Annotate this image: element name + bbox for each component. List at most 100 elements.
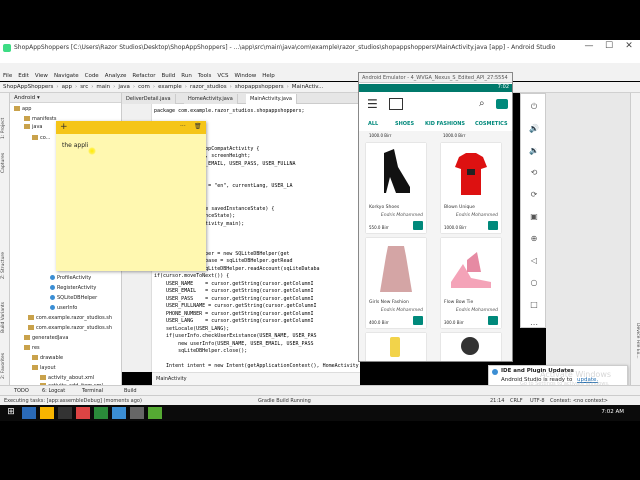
dropdown-box-icon[interactable] (389, 98, 403, 110)
tab-all[interactable]: ALL (368, 121, 378, 127)
tree-node[interactable]: drawable (32, 355, 63, 363)
camera-icon[interactable]: ▣ (529, 212, 539, 222)
overview-icon[interactable]: □ (529, 300, 539, 310)
tab-cosmetics[interactable]: COSMETICS (475, 121, 508, 127)
new-note-button[interactable]: + (60, 122, 68, 132)
cart-icon[interactable] (496, 99, 508, 109)
tree-node[interactable]: ProfileActivity (50, 275, 91, 283)
start-icon[interactable]: ⊞ (4, 407, 18, 419)
word-icon[interactable] (112, 407, 126, 419)
breadcrumb-item[interactable]: ShopAppShoppers (0, 82, 56, 92)
explorer-icon[interactable] (22, 407, 36, 419)
tree-node[interactable]: RegisterActivity (50, 285, 96, 293)
menu-refactor[interactable]: Refactor (129, 72, 158, 80)
gradle-status[interactable]: Gradle Build Running (258, 398, 311, 404)
delete-note-button[interactable]: 🗑 (194, 123, 202, 130)
editor-breadcrumb[interactable]: MainActivity (156, 376, 187, 382)
menu-analyze[interactable]: Analyze (102, 72, 130, 80)
favorites-tool-tab[interactable]: 2: Favorites (1, 343, 9, 379)
file-encoding[interactable]: UTF-8 (530, 398, 545, 404)
menu-code[interactable]: Code (82, 72, 102, 80)
minimize-button[interactable]: — (580, 41, 598, 53)
folder-icon[interactable] (40, 407, 54, 419)
todo-tab[interactable]: TODO (14, 388, 29, 394)
tab-home-activity[interactable]: HomeActivity.java (184, 94, 238, 104)
tree-node[interactable]: manifests (24, 116, 57, 124)
breadcrumb-item[interactable]: example (155, 82, 185, 92)
project-tool-tab[interactable]: 1: Project (1, 99, 9, 139)
build-variants-tool-tab[interactable]: Build Variants (1, 293, 9, 333)
sticky-note[interactable]: + ··· 🗑 the appli (56, 121, 206, 271)
product-card[interactable] (366, 333, 426, 361)
tree-node[interactable]: com.example.razor_studios.sh (28, 325, 112, 333)
tab-shoes[interactable]: SHOES (395, 121, 414, 127)
tree-node[interactable]: SQLiteDBHelper (50, 295, 97, 303)
captures-tool-tab[interactable]: Captures (1, 143, 9, 173)
cursor-position[interactable]: 21:14 (490, 398, 504, 404)
volume-up-icon[interactable]: 🔊 (529, 124, 539, 134)
zoom-icon[interactable]: ⊕ (529, 234, 539, 244)
menu-tools[interactable]: Tools (195, 72, 215, 80)
chrome-icon[interactable] (76, 407, 90, 419)
rotate-right-icon[interactable]: ⟳ (529, 190, 539, 200)
tree-node[interactable]: co... (32, 135, 51, 143)
more-icon[interactable]: ⋯ (529, 320, 539, 330)
device-file-explorer-tab[interactable]: Device File Ex... (632, 323, 640, 379)
menu-file[interactable]: File (0, 72, 15, 80)
media-icon[interactable] (148, 407, 162, 419)
back-icon[interactable]: ◁ (529, 256, 539, 266)
structure-tool-tab[interactable]: Z: Structure (1, 243, 9, 279)
tree-node[interactable]: res (24, 345, 40, 353)
product-card[interactable]: Flow Bow Tie Endris Mohammed 300.0 Birr (441, 238, 501, 328)
android-studio-icon[interactable] (94, 407, 108, 419)
tree-node[interactable]: java (24, 124, 42, 132)
breadcrumb-item[interactable]: MainActiv... (289, 82, 327, 92)
power-icon[interactable]: ⏻ (529, 102, 539, 112)
tree-node[interactable]: layout (32, 365, 56, 373)
menu-navigate[interactable]: Navigate (51, 72, 82, 80)
terminal-tab[interactable]: Terminal (82, 388, 103, 394)
add-to-cart-icon[interactable] (413, 316, 423, 325)
menu-help[interactable]: Help (259, 72, 278, 80)
context-indicator[interactable]: Context: <no context> (550, 398, 608, 404)
rotate-left-icon[interactable]: ⟲ (529, 168, 539, 178)
terminal-icon[interactable] (130, 407, 144, 419)
maximize-button[interactable]: ☐ (600, 41, 618, 53)
home-icon[interactable]: ○ (529, 278, 539, 288)
product-card[interactable] (441, 333, 501, 361)
taskbar-clock[interactable]: 7:02 AM (601, 409, 624, 415)
tab-deliver-detail[interactable]: DeliverDetail.java (122, 94, 176, 104)
build-tab[interactable]: Build (124, 388, 137, 394)
breadcrumb-item[interactable]: java (115, 82, 133, 92)
close-button[interactable]: ✕ (620, 41, 638, 53)
menu-window[interactable]: Window (232, 72, 260, 80)
tree-node[interactable]: generatedJava (24, 335, 68, 343)
tree-node[interactable]: app (14, 106, 31, 114)
line-separator[interactable]: CRLF (510, 398, 523, 404)
logcat-tab[interactable]: 6: Logcat (42, 388, 65, 394)
add-to-cart-icon[interactable] (413, 221, 423, 230)
sticky-note-text[interactable]: the appli (62, 142, 88, 149)
filter-menu-icon[interactable]: ☰ (367, 98, 378, 110)
menu-vcs[interactable]: VCS (214, 72, 231, 80)
tab-kid-fashions[interactable]: KID FASHIONS (425, 121, 465, 127)
tree-node[interactable]: com.example.razor_studios.sh (28, 315, 112, 323)
note-menu-button[interactable]: ··· (180, 123, 186, 130)
tab-main-activity[interactable]: MainActivity.java (246, 94, 297, 104)
menu-edit[interactable]: Edit (15, 72, 32, 80)
breadcrumb-item[interactable]: shopappshoppers (232, 82, 287, 92)
breadcrumb-item[interactable]: razor_studios (187, 82, 230, 92)
menu-run[interactable]: Run (178, 72, 195, 80)
menu-build[interactable]: Build (158, 72, 178, 80)
breadcrumb-item[interactable]: main (93, 82, 113, 92)
volume-down-icon[interactable]: 🔉 (529, 146, 539, 156)
breadcrumb-item[interactable]: app (59, 82, 75, 92)
breadcrumb-item[interactable]: com (135, 82, 153, 92)
add-to-cart-icon[interactable] (488, 221, 498, 230)
search-icon[interactable]: ⌕ (479, 98, 485, 109)
product-card[interactable]: Girls New Fashion Endris Mohammed 400.0 … (366, 238, 426, 328)
project-view-selector[interactable]: Android ▾ (10, 93, 121, 103)
product-card[interactable]: Korkyo Shoes Endris Mohammed 550.0 Birr (366, 143, 426, 233)
breadcrumb-item[interactable]: src (77, 82, 91, 92)
product-card[interactable]: Blown Unique Endris Mohammed 1000.0 Birr (441, 143, 501, 233)
